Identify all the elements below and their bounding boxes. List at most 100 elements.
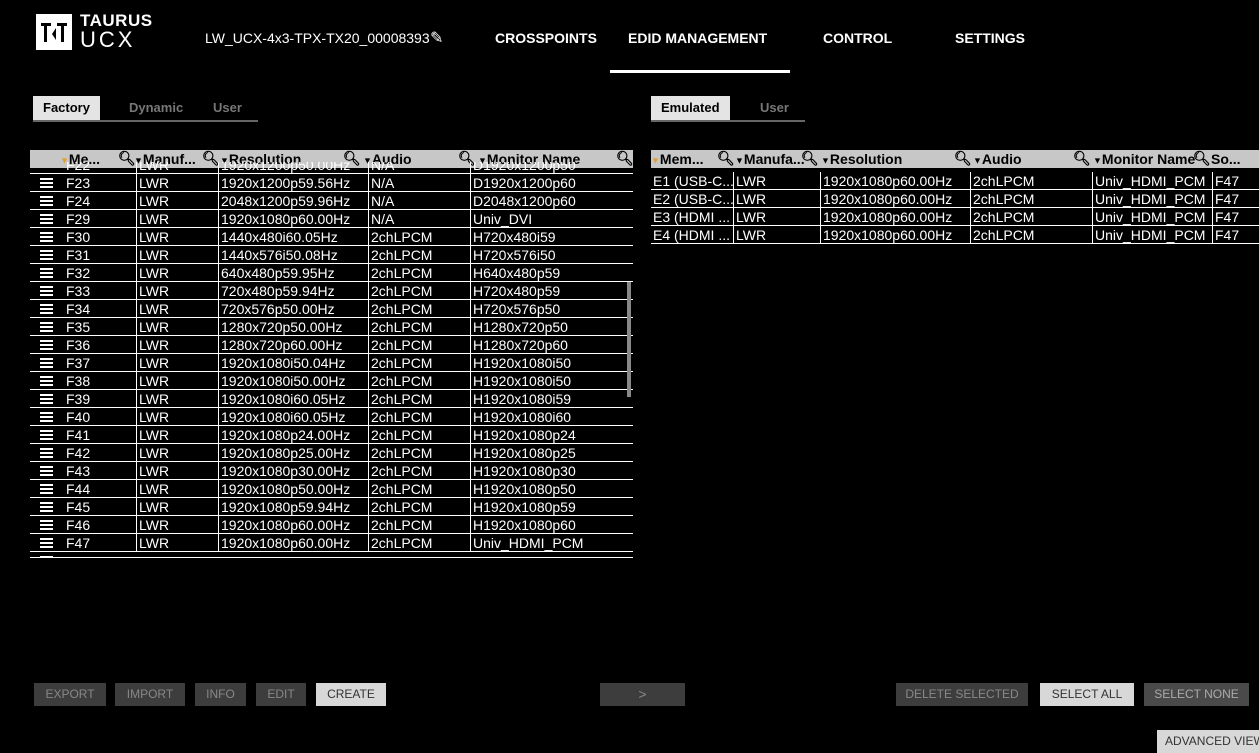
edit-button[interactable]: EDIT [256,683,306,706]
nav-crosspoints[interactable]: CROSSPOINTS [495,30,597,46]
cell-monitor-name: H720x576i50 [470,246,633,264]
search-icon[interactable]: 🔍︎ [1073,150,1091,166]
table-row[interactable]: F31 LWR 1440x576i50.08Hz 2chLPCM H720x576i50 [30,246,633,264]
cell-audio: 2chLPCM [970,226,1092,244]
cell-monitor-name: H1920x1080p24 [470,426,633,444]
cell-manufacturer: LWR [136,354,218,372]
drag-handle-icon[interactable] [40,322,53,333]
cell-resolution: 2048x1200p59.96Hz [218,192,368,210]
table-row[interactable]: F44 LWR 1920x1080p50.00Hz 2chLPCM H1920x1080… [30,480,633,498]
cell-memory: F23 [66,175,91,191]
table-row[interactable]: E4 (HDMI ... LWR 1920x1080p60.00Hz 2chLPCM U… [651,226,1259,244]
import-button[interactable]: IMPORT [115,683,185,706]
search-icon[interactable]: 🔍︎ [717,150,735,166]
table-row[interactable]: F34 LWR 720x576p50.00Hz 2chLPCM H720x576p50 [30,300,633,318]
drag-handle-icon[interactable] [40,394,53,405]
table-row[interactable]: F33 LWR 720x480p59.94Hz 2chLPCM H720x480p59 [30,282,633,300]
table-row[interactable]: F42 LWR 1920x1080p25.00Hz 2chLPCM H1920x1080… [30,444,633,462]
tab-user-right[interactable]: User [750,96,799,120]
search-icon[interactable]: 🔍︎ [1193,150,1211,166]
nav-settings[interactable]: SETTINGS [955,30,1025,46]
drag-handle-icon[interactable] [40,466,53,477]
drag-handle-icon[interactable] [40,502,53,513]
edit-pencil-icon[interactable]: ✎ [430,28,443,48]
cell-monitor-name: Univ_DVI [470,210,633,228]
tab-user-left[interactable]: User [203,96,252,120]
cell-audio: 2chLPCM [368,264,470,282]
search-icon[interactable]: 🔍︎ [954,150,972,166]
cell-manufacturer: LWR [136,462,218,480]
top-header: TAURUS UCX LW_UCX-4x3-TPX-TX20_00008393 … [0,0,1259,80]
table-row[interactable]: E3 (HDMI ... LWR 1920x1080p60.00Hz 2chLPCM U… [651,208,1259,226]
table-row[interactable]: E2 (USB-C... LWR 1920x1080p60.00Hz 2chLPCM U… [651,190,1259,208]
create-button[interactable]: CREATE [316,683,386,706]
info-button[interactable]: INFO [195,683,246,706]
drag-handle-icon[interactable] [40,484,53,495]
table-row[interactable]: F46 LWR 1920x1080p60.00Hz 2chLPCM H1920x1080… [30,516,633,534]
drag-handle-icon[interactable] [40,250,53,261]
table-row[interactable]: F39 LWR 1920x1080i60.05Hz 2chLPCM H1920x1080… [30,390,633,408]
drag-handle-icon[interactable] [40,520,53,531]
drag-handle-icon[interactable] [40,430,53,441]
table-row[interactable]: F35 LWR 1280x720p50.00Hz 2chLPCM H1280x720p5… [30,318,633,336]
table-row[interactable]: F47 LWR 1920x1080p60.00Hz 2chLPCM Univ_HDMI_… [30,534,633,552]
drag-handle-icon[interactable] [40,268,53,279]
table-row[interactable] [30,552,633,558]
drag-handle-icon[interactable] [40,196,53,207]
table-row[interactable]: F41 LWR 1920x1080p24.00Hz 2chLPCM H1920x1080… [30,426,633,444]
table-row[interactable]: E1 (USB-C... LWR 1920x1080p60.00Hz 2chLPCM U… [651,172,1259,190]
table-row[interactable]: F22 LWR 1920x1200p50.00Hz N/A D1920x1200… [30,162,633,174]
tab-emulated[interactable]: Emulated [651,96,730,120]
table-row[interactable]: F36 LWR 1280x720p60.00Hz 2chLPCM H1280x720p6… [30,336,633,354]
nav-edid-management[interactable]: EDID MANAGEMENT [628,30,767,46]
cell-resolution: 1920x1080p60.00Hz [820,190,970,208]
drag-handle-icon[interactable] [40,178,53,189]
table-row[interactable]: F38 LWR 1920x1080i50.00Hz 2chLPCM H1920x1080… [30,372,633,390]
cell-manufacturer: LWR [136,390,218,408]
table-row[interactable]: F30 LWR 1440x480i60.05Hz 2chLPCM H720x480i59 [30,228,633,246]
table-row[interactable]: F32 LWR 640x480p59.95Hz 2chLPCM H640x480p59 [30,264,633,282]
drag-handle-icon[interactable] [40,376,53,387]
transfer-button[interactable]: > [600,683,685,706]
col-header-audio[interactable]: ▼Audio [973,150,1073,168]
advanced-view-button[interactable]: ADVANCED VIEW [1157,730,1259,753]
cell-resolution: 1920x1080p30.00Hz [218,462,368,480]
nav-control[interactable]: CONTROL [823,30,892,46]
drag-handle-icon[interactable] [40,304,53,315]
table-row[interactable]: F24 LWR 2048x1200p59.96Hz N/A D2048x1200p60 [30,192,633,210]
drag-handle-icon[interactable] [40,232,53,243]
table-scrollbar[interactable] [627,282,631,397]
table-row[interactable]: F37 LWR 1920x1080i50.04Hz 2chLPCM H1920x1080… [30,354,633,372]
cell-audio: 2chLPCM [368,390,470,408]
table-row[interactable]: F23 LWR 1920x1200p59.56Hz N/A D1920x1200p60 [30,174,633,192]
table-row[interactable]: F45 LWR 1920x1080p59.94Hz 2chLPCM H1920x1080… [30,498,633,516]
table-row[interactable]: F40 LWR 1920x1080i60.05Hz 2chLPCM H1920x1080… [30,408,633,426]
col-header-resolution[interactable]: ▼Resolution [821,150,961,168]
drag-handle-icon[interactable] [40,556,53,557]
tab-factory[interactable]: Factory [33,96,100,120]
select-all-button[interactable]: SELECT ALL [1040,683,1134,706]
search-icon[interactable]: 🔍︎ [801,150,819,166]
drag-handle-icon[interactable] [40,412,53,423]
drag-handle-icon[interactable] [40,538,53,549]
table-row[interactable]: F29 LWR 1920x1080p60.00Hz N/A Univ_DVI [30,210,633,228]
delete-selected-button[interactable]: DELETE SELECTED [896,683,1028,706]
cell-resolution: 1920x1080i50.00Hz [218,372,368,390]
drag-handle-icon[interactable] [40,340,53,351]
drag-handle-icon[interactable] [40,448,53,459]
select-none-button[interactable]: SELECT NONE [1144,683,1249,706]
cell-monitor-name: H720x480i59 [470,228,633,246]
drag-handle-icon[interactable] [40,286,53,297]
export-button[interactable]: EXPORT [34,683,106,706]
drag-handle-icon[interactable] [40,358,53,369]
col-header-memory[interactable]: ▼Mem... [651,150,726,168]
table-rows: F22 LWR 1920x1200p50.00Hz N/A D1920x1200… [30,162,633,174]
table-row[interactable]: F43 LWR 1920x1080p30.00Hz 2chLPCM H1920x1080… [30,462,633,480]
drag-handle-icon[interactable] [40,214,53,225]
cell-memory: F30 [66,229,91,245]
table-header: ▼Mem... 🔍︎ ▼Manufa... 🔍︎ ▼Resolution 🔍︎ … [651,150,1259,168]
col-header-source[interactable]: So... [1211,150,1259,168]
cell-memory: F22 [66,162,91,173]
device-name[interactable]: LW_UCX-4x3-TPX-TX20_00008393 [205,30,430,46]
tab-dynamic[interactable]: Dynamic [119,96,194,120]
